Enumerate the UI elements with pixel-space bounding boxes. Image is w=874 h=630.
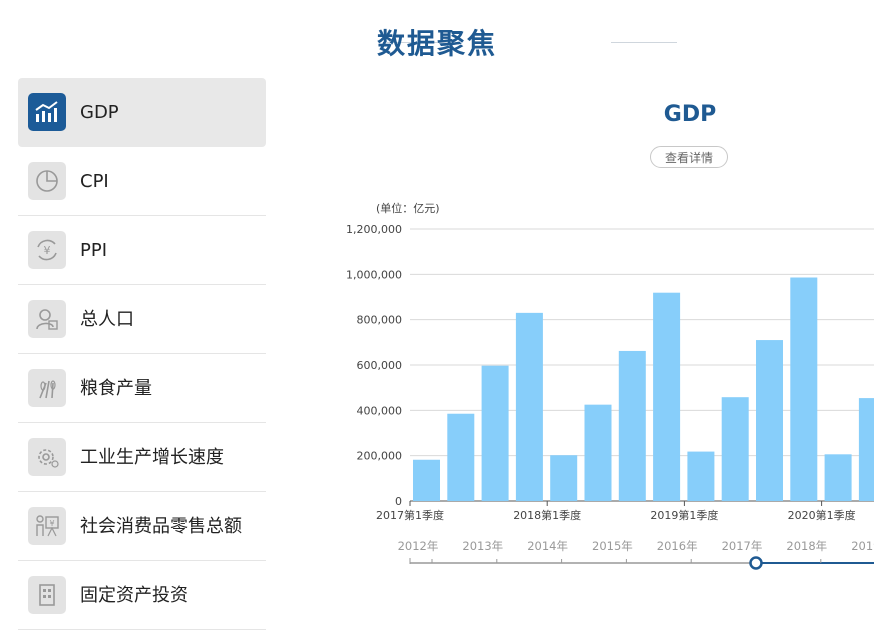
bar-chart-icon [28, 93, 66, 131]
shopping-presentation-icon: ¥ [28, 507, 66, 545]
sidebar-item-population[interactable]: 总人口 [18, 285, 266, 354]
section-header: 数据聚焦 [0, 0, 874, 80]
page-title: 数据聚焦 [376, 27, 497, 60]
sidebar-item-label: 工业生产增长速度 [80, 447, 224, 468]
view-details-button[interactable]: 查看详情 [650, 146, 728, 168]
sidebar-item-label: 粮食产量 [80, 378, 152, 399]
sidebar-item-label: PPI [80, 240, 108, 261]
svg-text:¥: ¥ [44, 244, 51, 257]
sidebar-item-retail-sales[interactable]: ¥ 社会消费品零售总额 [18, 492, 266, 561]
sidebar: GDP CPI ¥ PPI 总人口 粮食产量 工业生产增长速度 ¥ 社会消费品零… [18, 78, 266, 630]
sidebar-item-cpi[interactable]: CPI [18, 147, 266, 216]
sidebar-item-gdp[interactable]: GDP [18, 78, 266, 147]
gear-icon [28, 438, 66, 476]
person-card-icon [28, 300, 66, 338]
sidebar-item-label: 固定资产投资 [80, 585, 188, 606]
yuan-cycle-icon: ¥ [28, 231, 66, 269]
header-divider-right [611, 42, 677, 43]
building-icon [28, 576, 66, 614]
sidebar-item-ppi[interactable]: ¥ PPI [18, 216, 266, 285]
sidebar-item-industrial-growth[interactable]: 工业生产增长速度 [18, 423, 266, 492]
pie-chart-icon [28, 162, 66, 200]
chart-title: GDP [663, 102, 717, 127]
chart-panel: GDP 查看详情 [300, 90, 874, 615]
wheat-icon [28, 369, 66, 407]
sidebar-item-label: 总人口 [80, 309, 134, 330]
sidebar-item-label: CPI [80, 171, 109, 192]
sidebar-item-grain-output[interactable]: 粮食产量 [18, 354, 266, 423]
svg-text:¥: ¥ [49, 519, 54, 528]
sidebar-item-label: 社会消费品零售总额 [80, 516, 242, 537]
sidebar-item-label: GDP [80, 102, 119, 123]
sidebar-item-fixed-asset-investment[interactable]: 固定资产投资 [18, 561, 266, 630]
